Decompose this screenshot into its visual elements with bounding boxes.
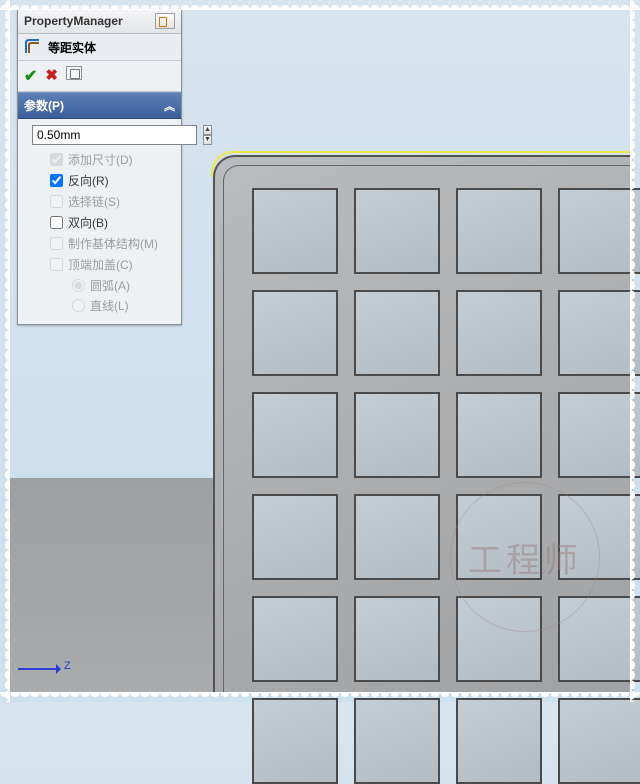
watermark: 工程师 <box>450 482 600 632</box>
hole <box>354 392 440 478</box>
cap-line-option: 直线(L) <box>72 297 173 314</box>
hole <box>558 188 640 274</box>
hole <box>252 698 338 784</box>
pushpin-button[interactable] <box>66 66 82 80</box>
cap-arc-option: 圆弧(A) <box>72 277 173 294</box>
offset-entities-icon <box>24 38 42 56</box>
add-dimensions-option: 添加尺寸(D) <box>50 151 173 168</box>
pm-header: PropertyManager <box>18 9 181 34</box>
cap-arc-radio <box>72 279 85 292</box>
params-group-header[interactable]: 参数(P) ︽ <box>18 92 181 119</box>
hole <box>252 494 338 580</box>
bidirectional-checkbox[interactable] <box>50 216 63 229</box>
params-group-body: D ▲ ▼ 添加尺寸(D) 反向(R) 选择链(S) 双 <box>18 119 181 324</box>
ok-button[interactable]: ✔ <box>24 66 37 86</box>
reverse-label: 反向(R) <box>68 172 109 189</box>
hole <box>558 290 640 376</box>
hole <box>456 698 542 784</box>
axis-z-arrow <box>18 668 60 670</box>
hole <box>354 290 440 376</box>
spin-up-button[interactable]: ▲ <box>203 125 212 135</box>
params-group-title: 参数(P) <box>24 97 64 114</box>
hole <box>456 392 542 478</box>
options-list: 添加尺寸(D) 反向(R) 选择链(S) 双向(B) 制作基体结构(M) 顶端加… <box>26 151 173 314</box>
hole <box>252 188 338 274</box>
cancel-button[interactable]: ✖ <box>45 66 58 86</box>
cap-ends-label: 顶端加盖(C) <box>68 256 133 273</box>
cap-ends-checkbox <box>50 258 63 271</box>
add-dimensions-checkbox <box>50 153 63 166</box>
hole <box>354 698 440 784</box>
hole <box>456 188 542 274</box>
chevron-up-icon: ︽ <box>164 98 175 114</box>
selected-edge-highlight <box>211 151 633 177</box>
hole <box>558 392 640 478</box>
cap-line-radio <box>72 299 85 312</box>
hole <box>252 596 338 682</box>
select-chain-label: 选择链(S) <box>68 193 120 210</box>
cap-arc-label: 圆弧(A) <box>90 277 130 294</box>
make-base-option: 制作基体结构(M) <box>50 235 173 252</box>
distance-spinner: ▲ ▼ <box>203 125 212 145</box>
add-dimensions-label: 添加尺寸(D) <box>68 151 133 168</box>
bidirectional-label: 双向(B) <box>68 214 108 231</box>
pm-title: PropertyManager <box>24 14 123 28</box>
offset-distance-row: D ▲ ▼ <box>26 125 173 145</box>
make-base-checkbox <box>50 237 63 250</box>
hole <box>558 698 640 784</box>
property-manager-panel: PropertyManager 等距实体 ✔ ✖ 参数(P) ︽ D ▲ ▼ <box>17 8 182 325</box>
hole <box>354 494 440 580</box>
select-chain-checkbox <box>50 195 63 208</box>
reverse-checkbox[interactable] <box>50 174 63 187</box>
hole <box>252 290 338 376</box>
cap-line-label: 直线(L) <box>90 297 129 314</box>
offset-distance-input[interactable] <box>32 125 197 145</box>
spin-down-button[interactable]: ▼ <box>203 135 212 145</box>
reverse-option[interactable]: 反向(R) <box>50 172 173 189</box>
axis-z-label: Z <box>64 660 71 672</box>
bidirectional-option[interactable]: 双向(B) <box>50 214 173 231</box>
hole <box>354 596 440 682</box>
hole <box>252 392 338 478</box>
cap-ends-suboptions: 圆弧(A) 直线(L) <box>50 277 173 314</box>
hole <box>456 290 542 376</box>
cap-ends-option: 顶端加盖(C) <box>50 256 173 273</box>
watermark-text: 工程师 <box>468 533 582 582</box>
feature-title-row: 等距实体 <box>18 34 181 61</box>
select-chain-option: 选择链(S) <box>50 193 173 210</box>
make-base-label: 制作基体结构(M) <box>68 235 158 252</box>
confirm-toolbar: ✔ ✖ <box>18 61 181 92</box>
feature-name: 等距实体 <box>48 39 96 56</box>
hole <box>354 188 440 274</box>
model-hole-grid <box>252 188 640 784</box>
pm-layout-toggle-icon[interactable] <box>155 13 175 29</box>
